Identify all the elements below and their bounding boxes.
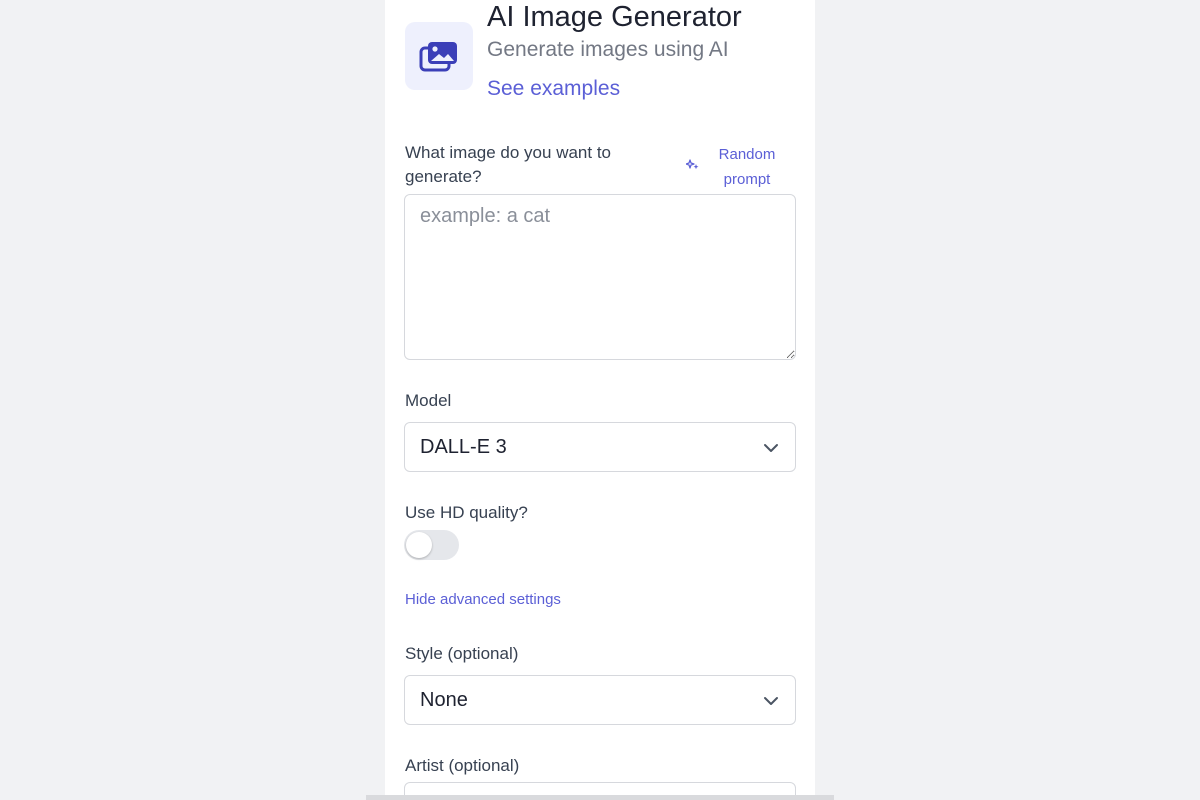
model-select[interactable]: DALL-E 3	[404, 422, 796, 472]
model-select-value: DALL-E 3	[420, 436, 507, 458]
page-title: AI Image Generator	[487, 1, 742, 33]
hide-advanced-settings-link[interactable]: Hide advanced settings	[405, 590, 561, 610]
style-label: Style (optional)	[405, 644, 519, 663]
hd-quality-toggle[interactable]	[404, 530, 459, 560]
random-prompt-button[interactable]: Random prompt	[686, 142, 796, 192]
sparkle-icon	[686, 159, 699, 170]
hd-quality-label: Use HD quality?	[405, 503, 528, 522]
style-select[interactable]: None	[404, 675, 796, 725]
style-select-value: None	[420, 689, 468, 711]
model-label: Model	[405, 391, 452, 410]
bottom-scroll-shadow	[366, 795, 834, 800]
page-subtitle: Generate images using AI	[487, 38, 729, 61]
chevron-down-icon	[764, 444, 778, 452]
prompt-input[interactable]	[404, 194, 796, 360]
page: AI Image Generator Generate images using…	[0, 0, 1200, 800]
random-prompt-label: Random prompt	[718, 146, 776, 188]
prompt-label: What image do you want to generate?	[405, 143, 612, 186]
artist-label: Artist (optional)	[405, 756, 520, 775]
images-icon	[419, 42, 457, 72]
see-examples-link[interactable]: See examples	[487, 76, 620, 102]
app-logo	[405, 22, 473, 90]
chevron-down-icon	[764, 697, 778, 705]
toggle-knob	[406, 532, 432, 558]
